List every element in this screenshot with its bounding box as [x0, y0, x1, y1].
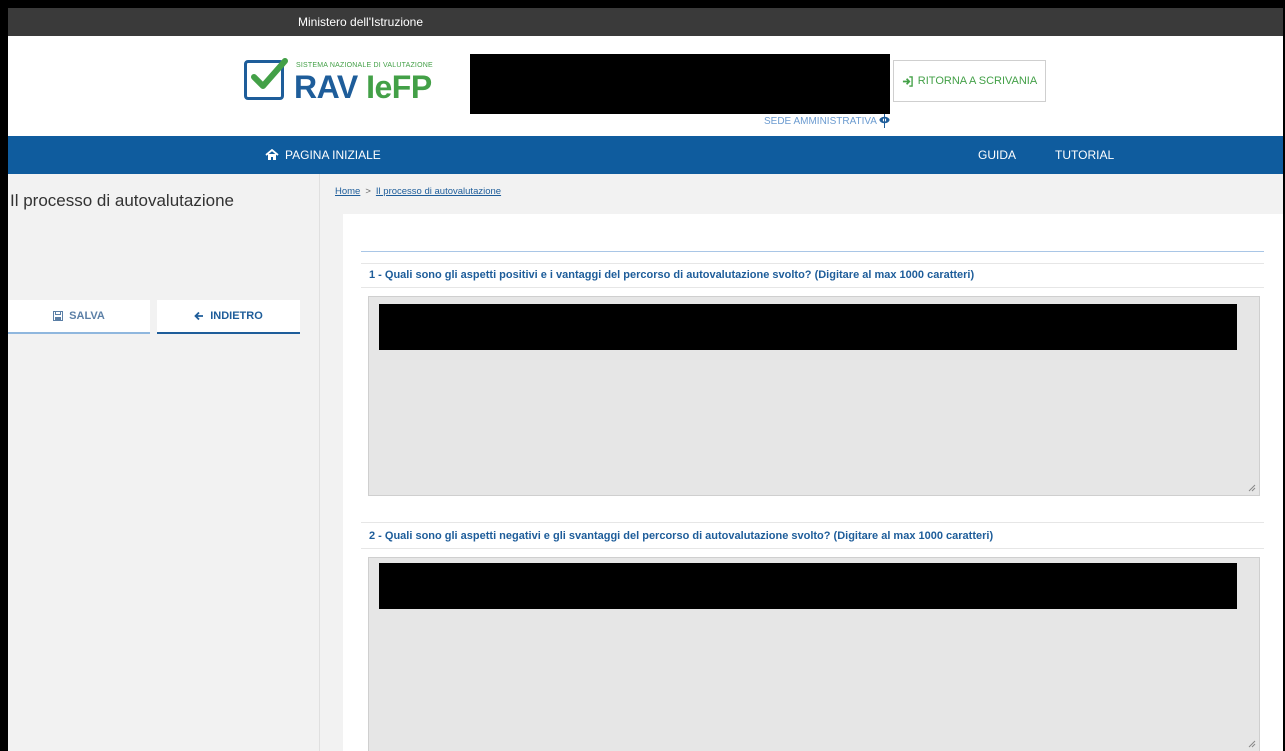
main-nav: PAGINA INIZIALE GUIDA TUTORIAL — [8, 136, 1283, 174]
ministry-label: Ministero dell'Istruzione — [298, 15, 424, 29]
sede-label: SEDE AMMINISTRATIVA — [764, 116, 877, 127]
breadcrumb-home[interactable]: Home — [335, 186, 360, 197]
header: SISTEMA NAZIONALE DI VALUTAZIONE RAV IeF… — [8, 36, 1283, 164]
logo-subtitle: SISTEMA NAZIONALE DI VALUTAZIONE — [296, 62, 433, 69]
nav-home-label: PAGINA INIZIALE — [285, 148, 381, 162]
question-1-label: 1 - Quali sono gli aspetti positivi e i … — [369, 269, 975, 281]
return-to-desk-label: RITORNA A SCRIVANIA — [917, 75, 1038, 87]
nav-guida[interactable]: GUIDA — [978, 148, 1016, 162]
redacted-school-name — [470, 54, 890, 114]
breadcrumb: Home > Il processo di autovalutazione — [335, 186, 501, 197]
question-divider — [361, 522, 1264, 523]
header-divider — [884, 114, 885, 128]
sign-in-icon — [902, 75, 913, 87]
breadcrumb-current[interactable]: Il processo di autovalutazione — [376, 186, 501, 197]
resize-grip-icon[interactable] — [1246, 482, 1256, 492]
logo-brand: RAV IeFP — [294, 69, 432, 106]
breadcrumb-separator: > — [365, 186, 371, 197]
logo-brand-rav: RAV — [294, 69, 367, 105]
save-button[interactable]: SALVA — [8, 300, 150, 334]
back-label: INDIETRO — [210, 310, 263, 322]
nav-tutorial[interactable]: TUTORIAL — [1055, 148, 1114, 162]
form-panel: 1 - Quali sono gli aspetti positivi e i … — [343, 214, 1283, 751]
back-button[interactable]: INDIETRO — [157, 300, 300, 334]
question-divider — [361, 263, 1264, 264]
question-2-textarea[interactable] — [368, 557, 1260, 751]
browser-frame: Ministero dell'Istruzione SISTEMA NAZION… — [8, 8, 1283, 751]
panel-rule — [361, 251, 1264, 252]
question-divider — [361, 287, 1264, 288]
logo-brand-iefp: IeFP — [366, 69, 432, 105]
rav-iefp-logo[interactable]: SISTEMA NAZIONALE DI VALUTAZIONE RAV IeF… — [244, 58, 444, 110]
save-icon — [53, 311, 64, 321]
return-to-desk-button[interactable]: RITORNA A SCRIVANIA — [893, 60, 1046, 102]
redacted-answer-1 — [379, 304, 1237, 350]
redacted-answer-2 — [379, 563, 1237, 609]
nav-home[interactable]: PAGINA INIZIALE — [265, 148, 381, 162]
resize-grip-icon[interactable] — [1246, 738, 1256, 748]
top-bar: Ministero dell'Istruzione — [8, 8, 1283, 36]
question-divider — [361, 548, 1264, 549]
body-area: Il processo di autovalutazione SALVA IND… — [8, 174, 1283, 751]
save-label: SALVA — [69, 310, 105, 322]
home-icon — [265, 149, 279, 160]
question-1-textarea[interactable] — [368, 296, 1260, 496]
arrow-left-icon — [194, 311, 204, 321]
sidebar-title: Il processo di autovalutazione — [10, 191, 234, 210]
checkmark-icon — [244, 58, 288, 100]
sidebar: Il processo di autovalutazione SALVA IND… — [8, 174, 320, 751]
sede-amministrativa-link[interactable]: SEDE AMMINISTRATIVA — [764, 116, 890, 127]
question-2-label: 2 - Quali sono gli aspetti negativi e gl… — [369, 530, 994, 542]
